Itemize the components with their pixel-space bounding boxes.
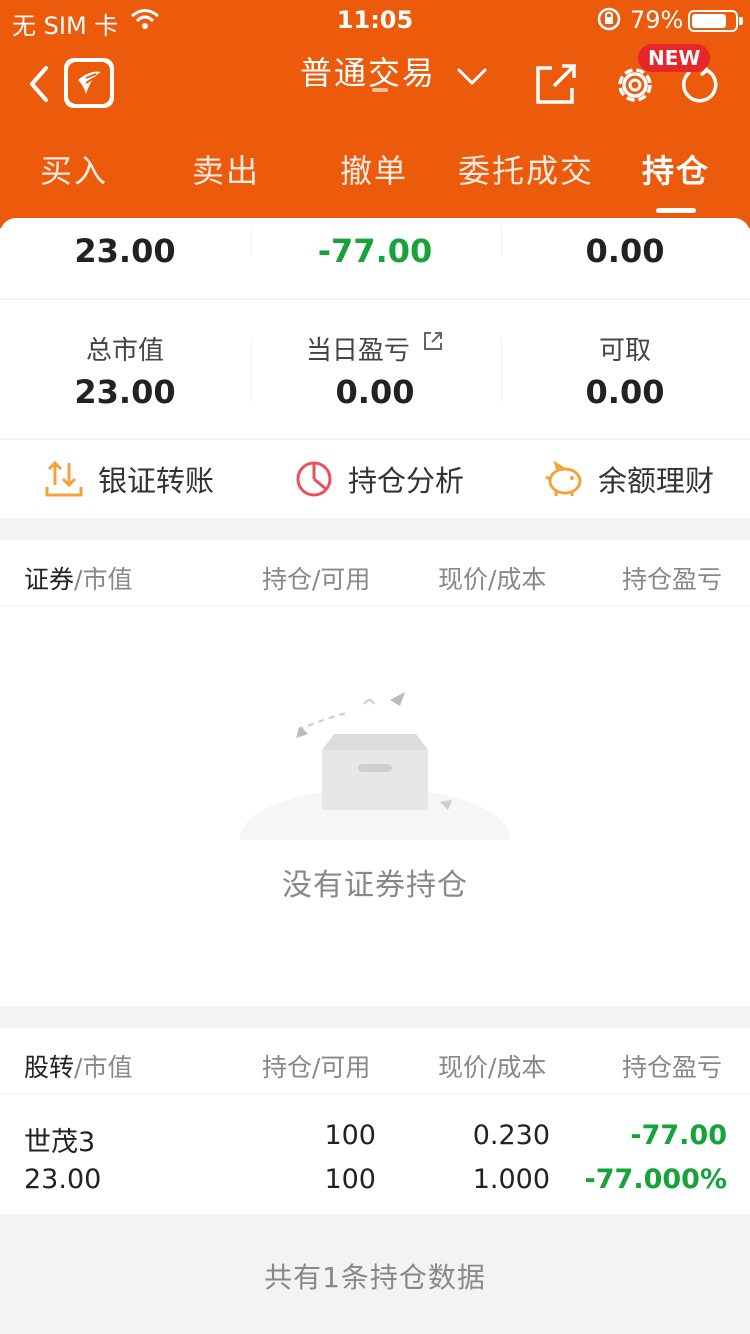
total-market-value: 23.00 <box>74 373 176 411</box>
battery-icon <box>688 10 743 32</box>
daily-pl-label: 当日盈亏 <box>305 336 410 366</box>
stock-pl: -77.00 <box>630 1120 727 1151</box>
stock-market-value: 23.00 <box>24 1164 102 1195</box>
col-security: 证券 <box>24 565 75 594</box>
tab-cancel-order[interactable]: 撤单 <box>340 146 408 192</box>
stock-name: 世茂3 <box>24 1127 96 1158</box>
table-row[interactable]: 世茂3 23.00 100 100 0.230 1.000 -77.00 -77… <box>0 1094 750 1214</box>
daily-pl-cell[interactable]: 当日盈亏 0.00 <box>250 330 500 411</box>
piggy-bank-icon <box>545 460 582 496</box>
tab-buy[interactable]: 买入 <box>40 146 108 192</box>
summary-top-row: 23.00 -77.00 0.00 <box>0 218 750 298</box>
page-title[interactable]: 普通交易 <box>300 48 436 94</box>
withdrawable-value: 0.00 <box>585 373 665 411</box>
stock-pl-percent: -77.000% <box>584 1164 727 1195</box>
position-analysis-button[interactable]: 持仓分析 <box>294 440 464 518</box>
external-link-icon <box>424 332 443 350</box>
bank-transfer-label: 银证转账 <box>98 464 215 498</box>
col-market-value: /市值 <box>74 565 133 594</box>
new-badge: NEW <box>638 44 711 72</box>
col-price-cost: 现价/成本 <box>438 1053 547 1082</box>
summary-card: 总市值 23.00 当日盈亏 0.00 可取 0.00 <box>0 300 750 438</box>
tab-positions[interactable]: 持仓 <box>642 146 710 192</box>
balance-finance-label: 余额理财 <box>598 464 715 498</box>
holdings-count-text: 共有1条持仓数据 <box>264 1261 486 1294</box>
securities-table-header: 证券/市值 持仓/可用 现价/成本 持仓盈亏 <box>0 540 750 606</box>
total-market-value-label: 总市值 <box>85 336 164 366</box>
active-tab-indicator <box>656 208 696 213</box>
empty-state-text: 没有证券持仓 <box>282 868 468 903</box>
empty-state <box>0 606 750 1006</box>
account-indicator <box>372 88 388 92</box>
back-button[interactable] <box>24 62 56 106</box>
pie-chart-icon <box>296 461 332 497</box>
tab-orders-trades[interactable]: 委托成交 <box>458 146 594 192</box>
stock-available: 100 <box>324 1164 376 1195</box>
status-bar: 无 SIM 卡 11:05 79% <box>0 0 750 44</box>
col-market-value: /市值 <box>74 1053 133 1082</box>
position-analysis-label: 持仓分析 <box>348 464 465 498</box>
transfer-table-header: 股转/市值 持仓/可用 现价/成本 持仓盈亏 <box>0 1028 750 1094</box>
app-logo-icon <box>64 58 114 108</box>
rotation-lock-icon <box>596 6 622 38</box>
quick-actions: 银证转账 持仓分析 余额理财 <box>0 440 750 518</box>
transfer-icon <box>45 460 83 497</box>
daily-pl-value: 0.00 <box>335 373 415 411</box>
app-header: 无 SIM 卡 11:05 79% 普通交易 NEW 买入 卖出 撤单 委托成交 <box>0 0 750 228</box>
col-position-pl: 持仓盈亏 <box>622 565 723 594</box>
tab-bar: 买入 卖出 撤单 委托成交 持仓 <box>0 146 750 206</box>
stock-position: 100 <box>324 1120 376 1151</box>
battery-percent: 79% <box>630 6 684 34</box>
summary-top-value: 0.00 <box>585 232 665 270</box>
col-price-cost: 现价/成本 <box>438 565 547 594</box>
chevron-down-icon[interactable] <box>456 66 488 92</box>
col-position-pl: 持仓盈亏 <box>622 1053 723 1082</box>
summary-top-value: 23.00 <box>74 232 176 270</box>
stock-cost: 1.000 <box>472 1164 550 1195</box>
col-position-available: 持仓/可用 <box>262 565 371 594</box>
stock-price: 0.230 <box>472 1120 550 1151</box>
balance-finance-button[interactable]: 余额理财 <box>544 440 714 518</box>
empty-box-icon <box>240 692 510 840</box>
bank-transfer-button[interactable]: 银证转账 <box>44 440 214 518</box>
withdrawable-label: 可取 <box>598 336 651 366</box>
tab-sell[interactable]: 卖出 <box>192 146 260 192</box>
col-position-available: 持仓/可用 <box>262 1053 371 1082</box>
share-icon[interactable] <box>534 62 578 110</box>
col-share-transfer: 股转 <box>24 1053 75 1082</box>
summary-top-value: -77.00 <box>317 232 433 270</box>
